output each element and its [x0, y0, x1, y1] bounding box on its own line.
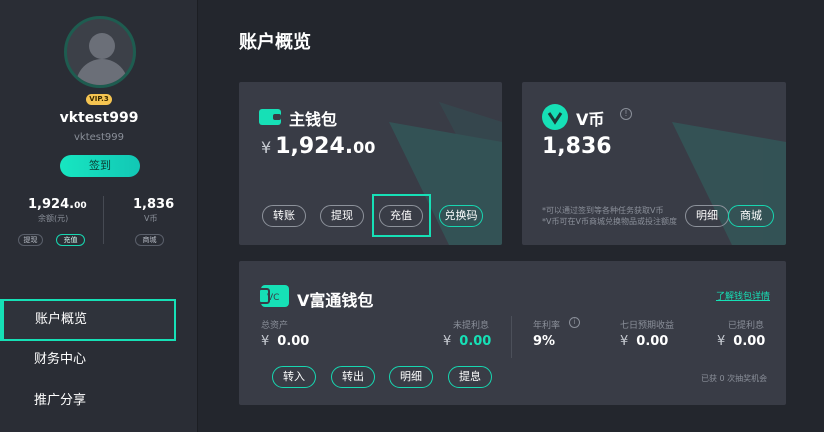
vcoin-note-1: *可以通过签到等各种任务获取V币 — [542, 206, 664, 215]
wallet-details-link[interactable]: 了解钱包详情 — [716, 289, 770, 302]
nav-label: 财务中心 — [34, 352, 87, 367]
recharge-pill[interactable]: 充值 — [56, 234, 85, 246]
page-title: 账户概览 — [239, 32, 311, 53]
vcoin-mall-button[interactable]: 商城 — [728, 205, 774, 227]
vfu-title: V富通钱包 — [297, 291, 374, 310]
nav-finance-center[interactable]: 财务中心 — [0, 339, 198, 381]
nav-label: 推广分享 — [34, 393, 87, 408]
vfu-wallet-card: VC V富通钱包 了解钱包详情 总资产 ¥0.00 未提利息 ¥0.00 年利率… — [239, 261, 786, 405]
lottery-chances: 已获 0 次抽奖机会 — [701, 374, 768, 383]
vcoin-note-2: *V币可在V币商城兑换物品或投注额度 — [542, 217, 677, 226]
unclaimed-interest-label: 未提利息 — [453, 321, 490, 331]
vcoin-icon — [542, 104, 568, 130]
mall-pill[interactable]: 商城 — [135, 234, 164, 246]
balance-value: 1,924.00 — [28, 197, 87, 212]
svg-text:VC: VC — [267, 293, 279, 303]
main-wallet-amount: ¥1,924.00 — [261, 134, 376, 159]
info-icon[interactable]: ! — [620, 108, 632, 120]
transfer-out-button[interactable]: 转出 — [331, 366, 375, 388]
annual-rate-label: 年利率 — [533, 321, 561, 331]
transfer-in-button[interactable]: 转入 — [272, 366, 316, 388]
vcoin-value: 1,836 — [133, 197, 175, 212]
vip-badge: VIP.3 — [86, 94, 112, 105]
withdraw-interest-button[interactable]: 提息 — [448, 366, 492, 388]
recharge-button[interactable]: 充值 — [379, 205, 423, 227]
nav-promotion-share[interactable]: 推广分享 — [0, 380, 198, 422]
vcoin-title: V币 — [576, 110, 605, 129]
unclaimed-interest-value: ¥0.00 — [443, 334, 492, 349]
withdraw-pill[interactable]: 提现 — [18, 234, 43, 246]
nav-label: 账户概览 — [35, 312, 88, 327]
total-assets-label: 总资产 — [261, 321, 289, 331]
nav-account-overview[interactable]: 账户概览 — [0, 299, 176, 341]
avatar-head — [89, 33, 115, 59]
main-wallet-card: 主钱包 ¥1,924.00 转账 提现 充值 兑换码 — [239, 82, 502, 245]
main-wallet-title: 主钱包 — [289, 110, 338, 129]
info-icon[interactable]: i — [569, 317, 580, 328]
redeem-code-button[interactable]: 兑换码 — [439, 205, 483, 227]
vcoin-amount: 1,836 — [542, 134, 612, 159]
username: vktest999 — [59, 110, 139, 126]
total-assets-value: ¥0.00 — [261, 334, 310, 349]
user-id: vktest999 — [74, 132, 124, 143]
vcoin-details-button[interactable]: 明细 — [685, 205, 729, 227]
sidebar: VIP.3 vktest999 vktest999 签到 1,924.00 余额… — [0, 0, 198, 432]
withdrawn-interest-value: ¥0.00 — [717, 334, 766, 349]
vfu-details-button[interactable]: 明细 — [389, 366, 433, 388]
wallet-icon — [259, 109, 281, 125]
stats-divider — [103, 196, 104, 244]
signin-button[interactable]: 签到 — [60, 155, 140, 177]
vfu-divider — [511, 316, 512, 358]
balance-label: 余额(元) — [38, 214, 69, 223]
withdrawn-interest-label: 已提利息 — [728, 321, 765, 331]
avatar-body — [76, 59, 128, 85]
vcoin-card: V币 ! 1,836 *可以通过签到等各种任务获取V币 *V币可在V币商城兑换物… — [522, 82, 786, 245]
withdraw-button[interactable]: 提现 — [320, 205, 364, 227]
transfer-button[interactable]: 转账 — [262, 205, 306, 227]
annual-rate-value: 9% — [533, 334, 556, 349]
seven-day-yield-label: 七日预期收益 — [620, 321, 675, 331]
seven-day-yield-value: ¥0.00 — [620, 334, 669, 349]
avatar[interactable] — [64, 16, 136, 88]
vfu-wallet-icon: VC — [259, 285, 289, 307]
vcoin-label: V币 — [144, 214, 158, 223]
